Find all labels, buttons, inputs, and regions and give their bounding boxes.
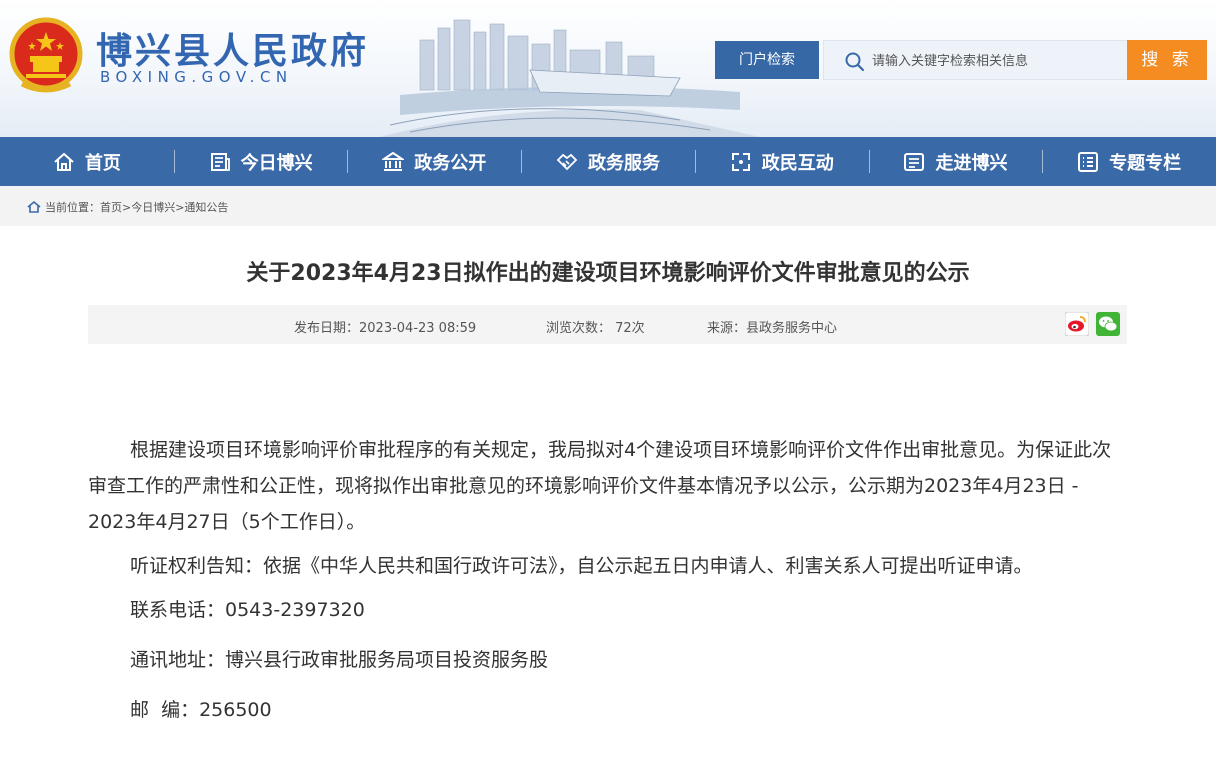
breadcrumb: 当前位置： 首页>今日博兴>通知公告 <box>27 199 228 215</box>
search-box <box>823 40 1128 80</box>
wechat-share-icon[interactable] <box>1096 312 1120 336</box>
search-button[interactable]: 搜 索 <box>1127 40 1207 80</box>
government-building-icon <box>382 151 405 171</box>
nav-label: 走进博兴 <box>935 152 1008 174</box>
contact-address: 通讯地址：博兴县行政审批服务局项目投资服务股 <box>130 649 549 671</box>
article-title: 关于2023年4月23日拟作出的建设项目环境影响评价文件审批意见的公示 <box>246 261 970 286</box>
nav-label: 政民互动 <box>761 152 834 174</box>
nav-item-gov-services[interactable]: 政务服务 <box>521 137 695 186</box>
nav-item-home[interactable]: 首页 <box>0 137 174 186</box>
newspaper-icon <box>210 152 230 171</box>
nav-item-interaction[interactable]: 政民互动 <box>694 137 869 186</box>
national-emblem-icon <box>9 17 83 93</box>
nav-label: 专题专栏 <box>1109 152 1182 174</box>
site-domain: BOXING.GOV.CN <box>100 68 293 86</box>
nav-label: 首页 <box>84 152 121 174</box>
search-input[interactable] <box>872 47 1117 75</box>
nav-label: 政务服务 <box>588 152 661 174</box>
nav-item-special-topics[interactable]: 专题专栏 <box>1042 137 1216 186</box>
article-body: 根据建设项目环境影响评价审批程序的有关规定，我局拟对4个建设项目环境影响评价文件… <box>88 432 1128 742</box>
main-nav: 首页 今日博兴 政务公开 政务服务 政民互动 走进博兴 专题专栏 <box>0 137 1216 186</box>
nav-label: 今日博兴 <box>240 152 313 174</box>
article-paragraph: 听证权利告知：依据《中华人民共和国行政许可法》，自公示起五日内申请人、利害关系人… <box>130 555 1033 577</box>
city-skyline-illustration <box>380 19 760 137</box>
article-paragraph: 根据建设项目环境影响评价审批程序的有关规定，我局拟对4个建设项目环境影响评价文件… <box>88 439 1112 533</box>
nav-item-gov-affairs-open[interactable]: 政务公开 <box>347 137 521 186</box>
article-source: 来源：县政务服务中心 <box>707 321 838 336</box>
nav-item-about-boxing[interactable]: 走进博兴 <box>868 137 1043 186</box>
publish-date: 发布日期：2023-04-23 08:59 <box>294 321 477 336</box>
home-icon <box>27 200 41 213</box>
weibo-share-icon[interactable] <box>1065 312 1089 336</box>
nav-item-today-boxing[interactable]: 今日博兴 <box>173 137 348 186</box>
search-icon <box>845 52 865 72</box>
article-meta-bar: 发布日期：2023-04-23 08:59 浏览次数： 72次 来源：县政务服务… <box>88 305 1127 344</box>
breadcrumb-prefix: 当前位置： <box>45 201 100 214</box>
list-icon <box>1078 151 1099 172</box>
site-title[interactable]: 博兴县人民政府 <box>96 22 369 74</box>
id-card-icon <box>904 152 925 171</box>
site-header: 博兴县人民政府 BOXING.GOV.CN 门户检索 搜 索 <box>0 0 1216 137</box>
view-count: 浏览次数： 72次 <box>546 321 645 336</box>
breadcrumb-bar: 当前位置： 首页>今日博兴>通知公告 <box>0 186 1216 226</box>
handshake-icon <box>556 153 578 170</box>
postal-code: 邮 编：256500 <box>130 699 272 721</box>
interaction-icon <box>731 152 750 171</box>
nav-label: 政务公开 <box>414 152 487 174</box>
breadcrumb-path[interactable]: 首页>今日博兴>通知公告 <box>100 199 228 215</box>
portal-search-label[interactable]: 门户检索 <box>715 41 819 79</box>
contact-phone: 联系电话：0543-2397320 <box>130 599 365 621</box>
home-icon <box>54 152 74 171</box>
